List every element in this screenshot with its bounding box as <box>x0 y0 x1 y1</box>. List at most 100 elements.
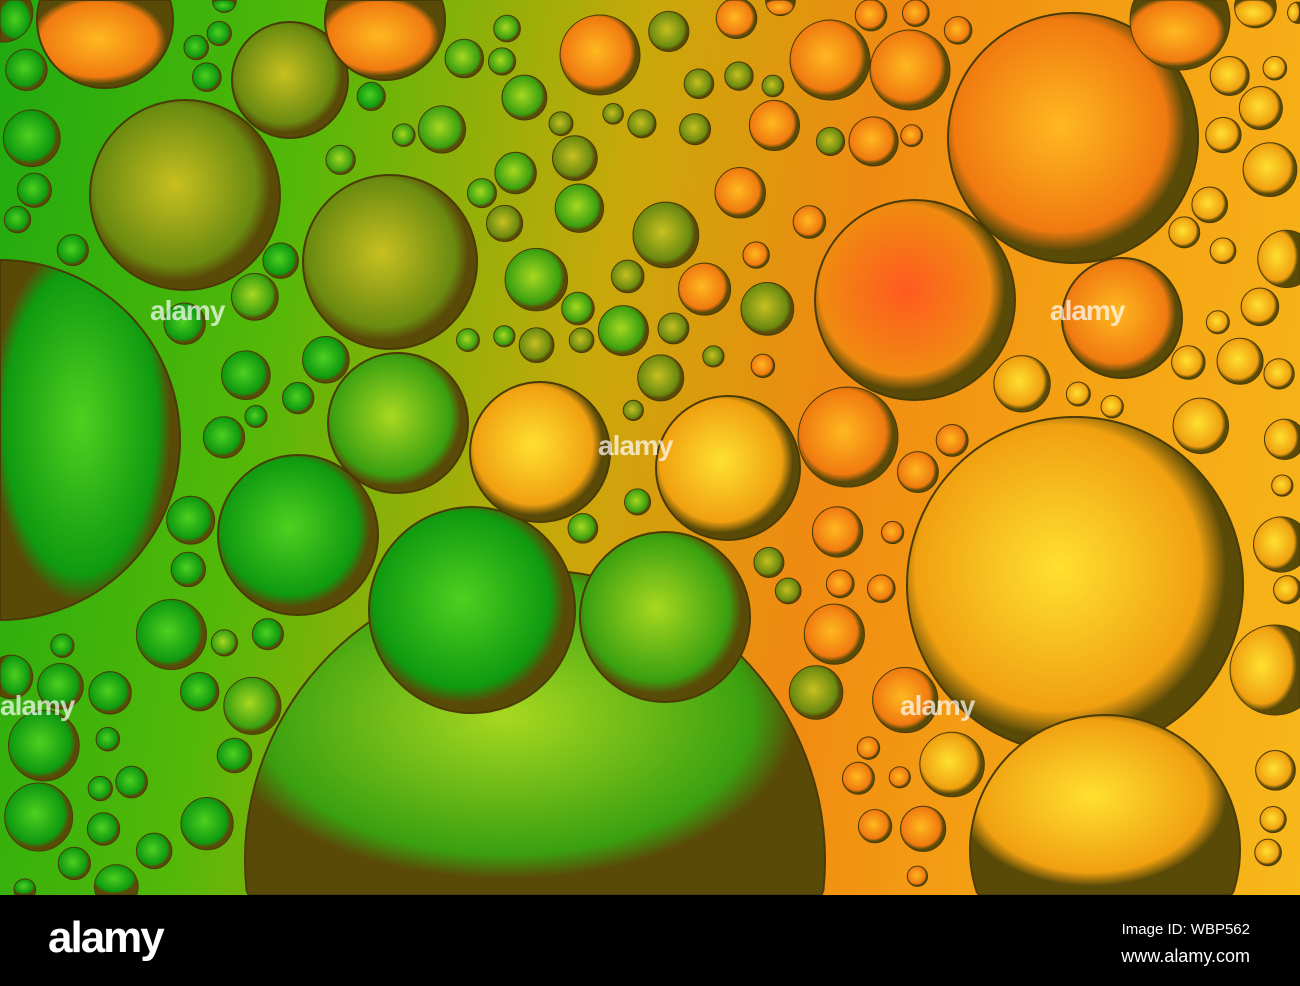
bubble <box>518 327 555 364</box>
bubble <box>1216 337 1264 385</box>
bubble <box>559 14 641 96</box>
bubble <box>223 676 282 735</box>
bubble <box>902 0 930 28</box>
bubble <box>302 174 478 350</box>
bubble <box>1191 186 1229 224</box>
bubble <box>1229 624 1300 716</box>
bubble <box>1273 575 1300 605</box>
bubble <box>1171 345 1206 380</box>
bubble <box>1172 397 1230 455</box>
bubble <box>211 0 237 13</box>
bubble <box>750 353 776 379</box>
bubble <box>1286 1 1300 24</box>
bubble <box>702 345 725 368</box>
watermark-logo: alamy <box>900 690 975 721</box>
bubble <box>56 234 89 267</box>
bubble <box>774 577 802 605</box>
bubble <box>561 291 595 326</box>
bubble <box>753 546 785 578</box>
bubble <box>1209 56 1250 97</box>
bubble <box>632 201 700 269</box>
bubble <box>610 259 645 294</box>
bubble <box>714 167 766 219</box>
bubble <box>742 241 770 269</box>
bubble <box>251 618 284 651</box>
bubble <box>2 109 61 168</box>
bubble <box>4 782 74 852</box>
bubble <box>5 48 48 92</box>
bubble <box>86 812 121 846</box>
bubble <box>206 20 232 47</box>
bubble <box>217 454 379 616</box>
bubble <box>1262 55 1288 81</box>
bubble <box>648 10 690 53</box>
bubble <box>841 761 875 795</box>
bubble <box>1205 116 1242 154</box>
bubble <box>896 451 939 494</box>
bubble <box>993 355 1051 413</box>
bubble <box>748 99 801 151</box>
watermark-logo: alamy <box>1050 295 1125 326</box>
bubble <box>552 135 598 181</box>
bubble <box>579 531 751 703</box>
bubble <box>1238 86 1283 131</box>
bubble <box>815 126 846 157</box>
bubble <box>1209 237 1237 265</box>
bubble <box>1254 838 1282 867</box>
bubble <box>1065 381 1091 407</box>
bubble <box>906 865 929 887</box>
bubble <box>183 34 209 61</box>
bubble <box>1242 142 1298 197</box>
bubble <box>597 305 649 357</box>
bubble <box>493 325 516 348</box>
bubble <box>568 327 595 354</box>
bubble <box>943 16 973 45</box>
bubble <box>57 846 91 881</box>
bubble <box>788 665 844 720</box>
image-id: Image ID: WBP562 <box>1121 921 1250 938</box>
bubble <box>221 350 271 401</box>
bubble <box>302 336 350 384</box>
bubble <box>900 124 924 148</box>
bubble <box>88 671 132 715</box>
bubble <box>678 262 732 316</box>
bubble <box>494 151 537 195</box>
bubble <box>1263 358 1295 390</box>
bubble <box>679 113 712 146</box>
bubble <box>135 598 207 670</box>
bubble <box>657 312 690 345</box>
bubble <box>444 38 485 79</box>
bubble <box>761 74 785 98</box>
bubble <box>170 551 206 588</box>
bubble <box>3 205 32 234</box>
bubble <box>765 0 796 17</box>
bubble <box>230 273 279 321</box>
bubble <box>1252 516 1300 573</box>
bubble <box>115 765 148 799</box>
bubble <box>888 766 911 789</box>
bubble <box>1240 287 1280 327</box>
bubble <box>210 629 238 657</box>
bubble <box>485 204 524 243</box>
bubble <box>935 423 969 457</box>
bubble <box>180 797 234 851</box>
bubble <box>567 512 599 544</box>
watermark-logo: alamy <box>0 690 75 721</box>
website-link: www.alamy.com <box>1121 946 1250 966</box>
bubble <box>554 183 605 233</box>
watermark-logo: alamy <box>598 430 673 461</box>
bubble <box>1257 229 1300 288</box>
bubble <box>968 713 1242 895</box>
bubble <box>89 99 281 291</box>
bubble <box>811 506 864 558</box>
bubble <box>724 61 754 91</box>
bubble <box>854 0 888 32</box>
bubble <box>466 178 497 209</box>
bubble <box>825 569 855 599</box>
bubbles-photo: alamy alamy alamy alamy alamy <box>0 0 1300 895</box>
bubble <box>1205 310 1230 335</box>
bubble <box>455 328 480 353</box>
bubble <box>16 172 52 208</box>
bubble <box>262 242 299 279</box>
bubble <box>501 74 548 121</box>
